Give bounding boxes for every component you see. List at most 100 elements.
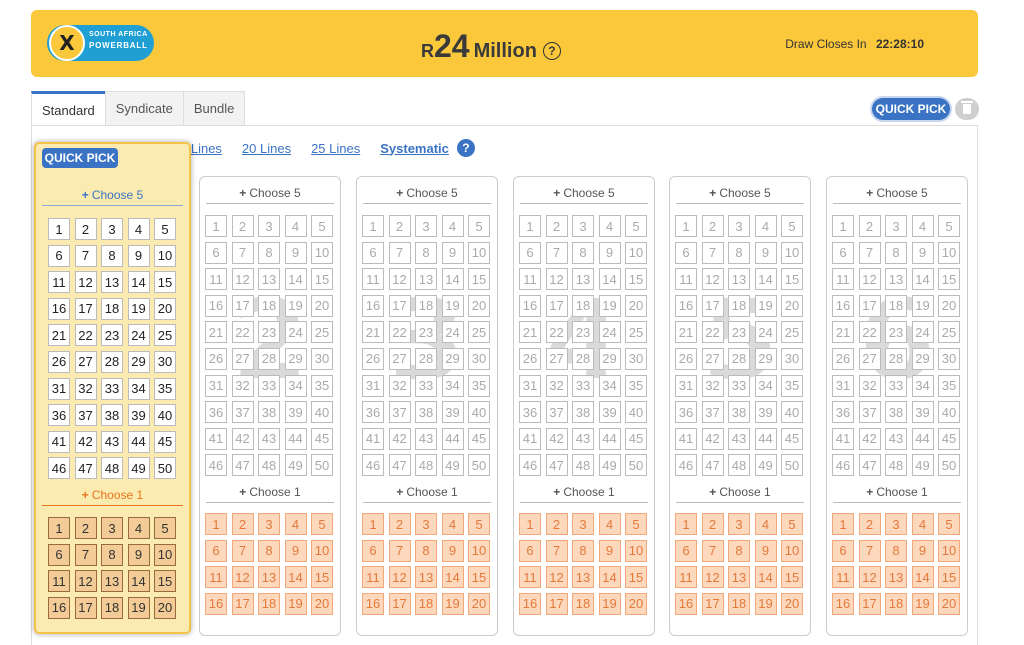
main-number-cell[interactable]: 17 [701,294,724,317]
choose-main-header[interactable]: + Choose 5 [42,184,183,206]
main-number-cell[interactable]: 20 [938,294,960,317]
main-number-cell[interactable]: 9 [911,241,934,264]
main-number-cell[interactable]: 18 [885,294,907,317]
main-number-cell[interactable]: 2 [858,215,881,237]
powerball-number-cell[interactable]: 10 [781,539,803,562]
main-number-cell[interactable]: 27 [388,347,411,370]
main-number-cell[interactable]: 12 [74,271,97,294]
main-number-cell[interactable]: 4 [754,215,777,237]
main-number-cell[interactable]: 45 [781,427,803,450]
main-number-cell[interactable]: 5 [468,215,490,237]
main-number-cell[interactable]: 30 [468,347,490,370]
main-number-cell[interactable]: 41 [362,427,384,450]
main-number-cell[interactable]: 9 [598,241,621,264]
main-number-cell[interactable]: 22 [858,321,881,344]
powerball-number-cell[interactable]: 16 [519,592,541,615]
main-number-cell[interactable]: 49 [284,454,307,477]
powerball-logo[interactable]: X SOUTH AFRICA POWERBALL [47,25,154,61]
main-number-cell[interactable]: 41 [675,427,697,450]
main-number-cell[interactable]: 48 [415,454,437,477]
main-number-cell[interactable]: 13 [258,268,280,291]
main-number-cell[interactable]: 13 [728,268,750,291]
powerball-number-cell[interactable]: 15 [625,566,647,589]
main-number-cell[interactable]: 34 [911,374,934,397]
powerball-number-cell[interactable]: 3 [258,513,280,535]
main-number-cell[interactable]: 18 [258,294,280,317]
main-number-cell[interactable]: 39 [127,404,150,427]
main-number-cell[interactable]: 26 [832,347,854,370]
main-number-cell[interactable]: 13 [101,271,123,294]
main-number-cell[interactable]: 1 [48,218,70,240]
main-number-cell[interactable]: 9 [284,241,307,264]
main-number-cell[interactable]: 13 [885,268,907,291]
powerball-number-cell[interactable]: 18 [885,592,907,615]
tab-syndicate[interactable]: Syndicate [104,91,184,125]
main-number-cell[interactable]: 12 [388,268,411,291]
main-number-cell[interactable]: 33 [258,374,280,397]
main-number-cell[interactable]: 43 [572,427,594,450]
powerball-number-cell[interactable]: 13 [415,566,437,589]
main-number-cell[interactable]: 3 [885,215,907,237]
main-number-cell[interactable]: 24 [284,321,307,344]
main-number-cell[interactable]: 27 [74,350,97,373]
powerball-number-cell[interactable]: 8 [101,543,123,566]
powerball-number-cell[interactable]: 13 [572,566,594,589]
main-number-cell[interactable]: 26 [48,350,70,373]
main-number-cell[interactable]: 24 [127,324,150,347]
powerball-number-cell[interactable]: 20 [781,592,803,615]
main-number-cell[interactable]: 17 [231,294,254,317]
main-number-cell[interactable]: 5 [311,215,333,237]
main-number-cell[interactable]: 41 [205,427,227,450]
main-number-cell[interactable]: 12 [231,268,254,291]
powerball-number-cell[interactable]: 4 [754,513,777,535]
main-number-cell[interactable]: 8 [885,241,907,264]
main-number-cell[interactable]: 42 [74,430,97,453]
main-number-cell[interactable]: 38 [728,401,750,424]
powerball-number-cell[interactable]: 10 [625,539,647,562]
main-number-cell[interactable]: 4 [127,218,150,240]
main-number-cell[interactable]: 5 [625,215,647,237]
main-number-cell[interactable]: 38 [258,401,280,424]
main-number-cell[interactable]: 2 [701,215,724,237]
main-number-cell[interactable]: 14 [754,268,777,291]
powerball-number-cell[interactable]: 3 [415,513,437,535]
powerball-number-cell[interactable]: 10 [311,539,333,562]
main-number-cell[interactable]: 30 [938,347,960,370]
main-number-cell[interactable]: 31 [205,374,227,397]
main-number-cell[interactable]: 17 [858,294,881,317]
main-number-cell[interactable]: 24 [754,321,777,344]
powerball-number-cell[interactable]: 13 [101,570,123,593]
main-number-cell[interactable]: 49 [441,454,464,477]
main-number-cell[interactable]: 3 [728,215,750,237]
main-number-cell[interactable]: 25 [311,321,333,344]
powerball-number-cell[interactable]: 20 [938,592,960,615]
main-number-cell[interactable]: 50 [625,454,647,477]
main-number-cell[interactable]: 21 [675,321,697,344]
main-number-cell[interactable]: 44 [127,430,150,453]
powerball-number-cell[interactable]: 3 [885,513,907,535]
powerball-number-cell[interactable]: 15 [311,566,333,589]
powerball-number-cell[interactable]: 20 [154,596,176,619]
powerball-number-cell[interactable]: 14 [284,566,307,589]
main-number-cell[interactable]: 47 [74,457,97,480]
main-number-cell[interactable]: 36 [362,401,384,424]
main-number-cell[interactable]: 3 [572,215,594,237]
main-number-cell[interactable]: 25 [625,321,647,344]
main-number-cell[interactable]: 17 [74,297,97,320]
main-number-cell[interactable]: 12 [858,268,881,291]
main-number-cell[interactable]: 34 [441,374,464,397]
main-number-cell[interactable]: 4 [911,215,934,237]
choose-main-header[interactable]: + Choose 5 [833,182,961,204]
main-number-cell[interactable]: 21 [519,321,541,344]
main-number-cell[interactable]: 21 [205,321,227,344]
powerball-number-cell[interactable]: 8 [258,539,280,562]
main-number-cell[interactable]: 29 [911,347,934,370]
powerball-number-cell[interactable]: 7 [701,539,724,562]
powerball-number-cell[interactable]: 18 [728,592,750,615]
powerball-number-cell[interactable]: 6 [48,543,70,566]
main-number-cell[interactable]: 25 [154,324,176,347]
lines-option-25[interactable]: 25 Lines [311,141,360,156]
main-number-cell[interactable]: 4 [441,215,464,237]
main-number-cell[interactable]: 46 [832,454,854,477]
main-number-cell[interactable]: 13 [572,268,594,291]
